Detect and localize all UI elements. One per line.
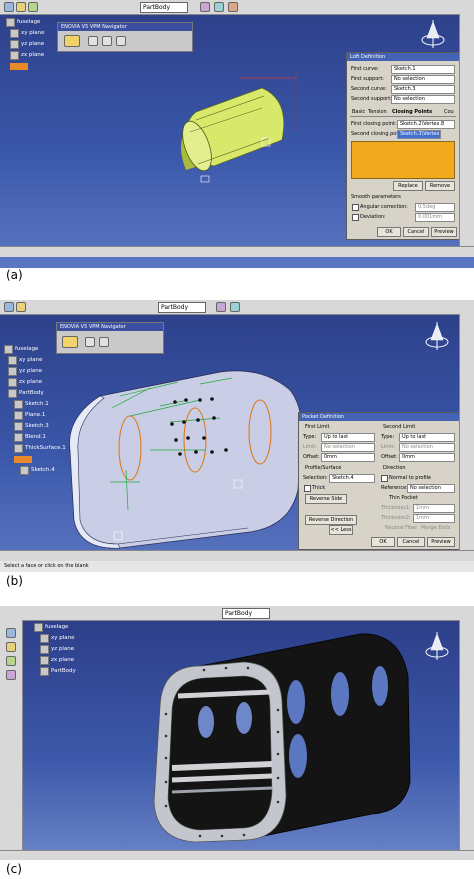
thick-label: Thick (312, 485, 326, 491)
selection-field[interactable]: Sketch.4 (329, 474, 375, 483)
selection-label: Selection: (303, 475, 328, 481)
offset-label: Offset: (381, 454, 398, 460)
right-toolbar (459, 620, 474, 850)
direction-label: Direction (383, 465, 406, 471)
merge-ends-label: Merge Ends (421, 525, 451, 531)
fuselage-section-model (153, 633, 411, 843)
ok-button[interactable]: OK (377, 227, 401, 237)
dialog-tabs: Basic Tension Closing Points Cou (350, 108, 456, 117)
cancel-button[interactable]: Cancel (403, 227, 429, 237)
loft-definition-dialog[interactable]: Loft Definition First curve: Sketch.1 Fi… (346, 52, 460, 240)
reference-label: Reference: (381, 485, 408, 491)
panel-c-viewport: PartBody fuselage xy plane yz plane zx p… (0, 606, 474, 860)
profile-surface-label: Profile/Surface (305, 465, 342, 471)
thickness1-label: Thickness1: (381, 505, 411, 511)
compass-icon[interactable] (424, 630, 450, 664)
panel-b-viewport: PartBody fuselage xy plane yz plane zx p… (0, 300, 474, 572)
right-toolbar (459, 14, 474, 246)
second-support-label: Second support: (351, 96, 392, 102)
panel-a-viewport: PartBody fuselage xy plane yz plane zx p… (0, 0, 474, 268)
second-closing-field[interactable]: Sketch.3\Vertex (397, 130, 441, 139)
second-offset-field[interactable]: 0mm (399, 453, 455, 462)
ok-button[interactable]: OK (371, 537, 395, 547)
less-button[interactable]: << Less (329, 525, 353, 535)
replace-button[interactable]: Replace (393, 181, 423, 191)
thick-checkbox[interactable] (304, 485, 311, 492)
first-limit-field[interactable]: No selection (321, 443, 375, 452)
deviation-checkbox[interactable] (352, 214, 359, 221)
type-label: Type: (303, 434, 317, 440)
dialog-title: Loft Definition (347, 53, 459, 61)
preview-button[interactable]: Preview (427, 537, 455, 547)
reverse-side-button[interactable]: Reverse Side (305, 494, 347, 504)
bottom-toolbar (0, 550, 474, 561)
smooth-parameters-label: Smooth parameters (351, 194, 401, 200)
compass-icon[interactable] (424, 320, 450, 354)
status-bar: Select a face or click on the blank (0, 561, 474, 572)
second-limit-field[interactable]: No selection (399, 443, 455, 452)
limit-label: Limit: (381, 444, 396, 450)
first-offset-field[interactable]: 0mm (321, 453, 375, 462)
limit-label: Limit: (303, 444, 318, 450)
angular-field[interactable]: 0.5deg (415, 203, 455, 212)
first-closing-field[interactable]: Sketch.2\Vertex.8 (397, 120, 455, 129)
thin-pocket-label: Thin Pocket (389, 495, 418, 501)
thickness2-field[interactable]: 1mm (413, 514, 455, 523)
compass-icon[interactable] (420, 18, 446, 52)
first-type-select[interactable]: Up to last (321, 433, 375, 442)
second-curve-label: Second curve: (351, 86, 387, 92)
tab-basic[interactable]: Basic (352, 109, 365, 115)
remove-button[interactable]: Remove (425, 181, 455, 191)
caption-b: (b) (6, 574, 23, 588)
first-closing-label: First closing point: (351, 121, 397, 127)
first-curve-field[interactable]: Sketch.1 (391, 65, 455, 74)
right-toolbar (459, 314, 474, 550)
neutral-fiber-label: Neutral Fiber (385, 525, 418, 531)
tab-closing-points[interactable]: Closing Points (392, 109, 432, 115)
closing-list (351, 141, 455, 179)
normal-checkbox[interactable] (381, 475, 388, 482)
normal-label: Normal to profile (389, 475, 432, 481)
deviation-label: Deviation: (360, 214, 386, 220)
deviation-field[interactable]: 0.001mm (415, 213, 455, 222)
caption-c: (c) (6, 862, 22, 876)
second-support-field[interactable]: No selection (391, 95, 455, 104)
caption-a: (a) (6, 268, 23, 282)
first-support-field[interactable]: No selection (391, 75, 455, 84)
angular-checkbox[interactable] (352, 204, 359, 211)
bottom-toolbar (0, 246, 474, 257)
type-label: Type: (381, 434, 395, 440)
bottom-toolbar (0, 850, 474, 860)
thickness1-field[interactable]: 1mm (413, 504, 455, 513)
tab-tension[interactable]: Tension (368, 109, 387, 115)
cancel-button[interactable]: Cancel (397, 537, 425, 547)
reference-field[interactable]: No selection (407, 484, 455, 493)
thickness2-label: Thickness2: (381, 515, 411, 521)
offset-label: Offset: (303, 454, 320, 460)
second-limit-label: Second Limit (383, 424, 416, 430)
tab-coupling[interactable]: Cou (444, 109, 454, 115)
first-limit-label: First Limit (305, 424, 330, 430)
second-curve-field[interactable]: Sketch.3 (391, 85, 455, 94)
reverse-direction-button[interactable]: Reverse Direction (305, 515, 357, 525)
angular-label: Angular correction: (360, 204, 408, 210)
dialog-title: Pocket Definition (299, 413, 459, 421)
preview-button[interactable]: Preview (431, 227, 457, 237)
second-type-select[interactable]: Up to last (399, 433, 455, 442)
first-support-label: First support: (351, 76, 384, 82)
first-curve-label: First curve: (351, 66, 379, 72)
status-text: Select a face or click on the blank (4, 563, 89, 569)
pocket-definition-dialog[interactable]: Pocket Definition First Limit Second Lim… (298, 412, 460, 550)
